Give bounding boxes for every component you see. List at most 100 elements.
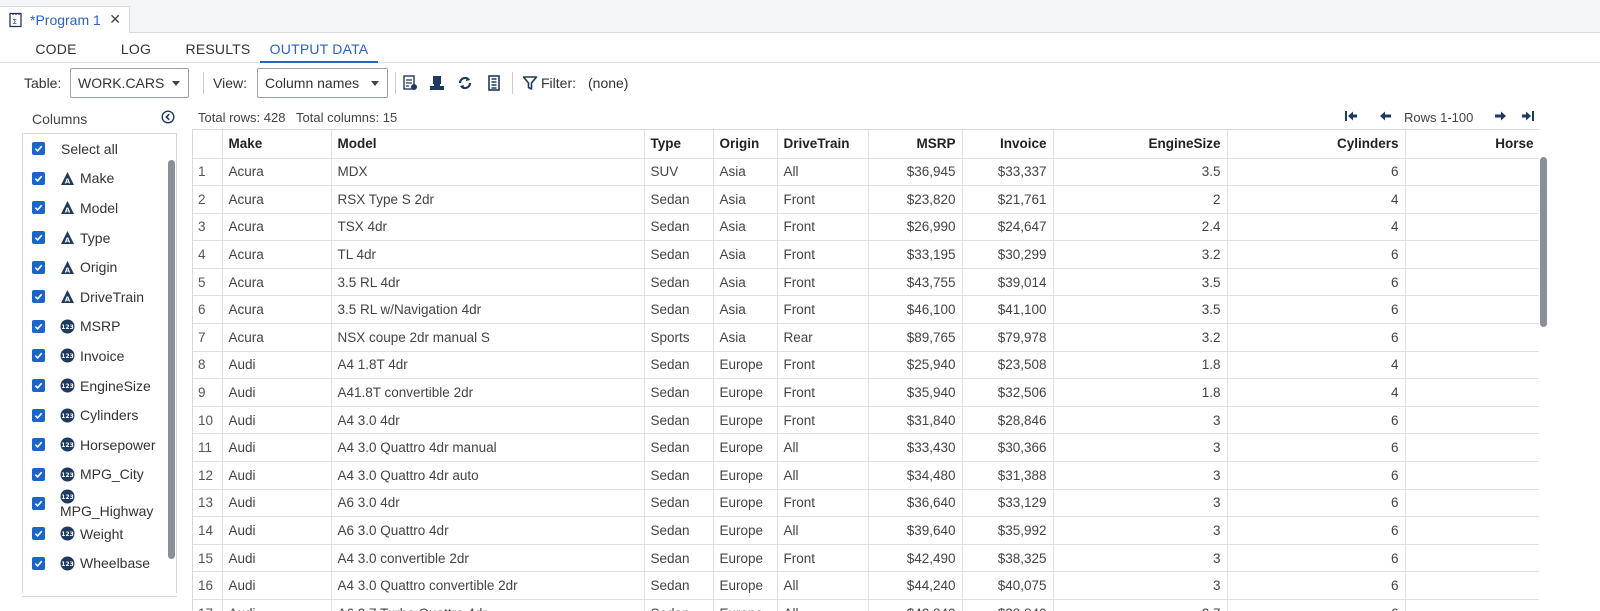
table-row[interactable]: 12 Audi A4 3.0 Quattro 4dr auto Sedan Europe… [193,461,1539,490]
close-icon[interactable]: ✕ [109,11,121,28]
last-page-icon[interactable] [1520,108,1536,124]
column-header[interactable]: Invoice [962,130,1054,159]
view-select[interactable]: Column names [257,68,388,98]
program-tab[interactable]: Σ *Program 1 ✕ [0,6,130,33]
table-row[interactable]: 4 Acura TL 4dr Sedan Asia Front $33,195 $30,299… [193,240,1539,269]
table-cell: $35,940 [868,378,963,407]
column-checkbox[interactable] [32,527,45,541]
column-header[interactable]: EngineSize [1053,130,1228,159]
column-checkbox[interactable] [32,260,45,274]
column-checkbox[interactable] [32,467,45,481]
column-item-model[interactable]: A Model [23,193,168,223]
column-header[interactable]: Origin [713,130,778,159]
tab-results[interactable]: RESULTS [184,33,252,63]
table-row[interactable]: 5 Acura 3.5 RL 4dr Sedan Asia Front $43,755 $39… [193,268,1539,297]
column-checkbox[interactable] [32,556,45,570]
filter-icon[interactable] [521,74,539,92]
column-item-type[interactable]: A Type [23,223,168,253]
grid-vertical-scrollbar[interactable] [1540,157,1547,327]
column-item-weight[interactable]: 123 Weight [23,519,168,549]
column-item-drivetrain[interactable]: A DriveTrain [23,282,168,312]
collapse-icon[interactable] [161,110,175,124]
table-row[interactable]: 9 Audi A41.8T convertible 2dr Sedan Europe Fr… [193,378,1539,407]
table-row[interactable]: 11 Audi A4 3.0 Quattro 4dr manual Sedan Euro… [193,433,1539,463]
table-cell: Front [777,544,869,573]
column-item-enginesize[interactable]: 123 EngineSize [23,371,168,401]
table-row[interactable]: 6 Acura 3.5 RL w/Navigation 4dr Sedan Asia Fr… [193,295,1539,325]
column-header[interactable]: Cylinders [1227,130,1406,159]
select-all-checkbox[interactable] [32,142,45,156]
tab-log[interactable]: LOG [113,33,159,63]
column-item-mpg-city[interactable]: 123 MPG_City [23,460,168,490]
column-list-icon[interactable] [485,74,503,92]
tab-output-data[interactable]: OUTPUT DATA [260,33,378,63]
column-header[interactable]: Type [644,130,714,159]
table-cell: $46,100 [868,295,963,325]
table-cell: Sedan [644,516,714,545]
table-row[interactable]: 8 Audi A4 1.8T 4dr Sedan Europe Front $25,940 $… [193,351,1539,380]
column-item-wheelbase[interactable]: 123 Wheelbase [23,548,168,578]
column-header[interactable]: MSRP [868,130,963,159]
row-number: 14 [193,516,223,545]
table-properties-icon[interactable] [401,74,419,92]
column-header[interactable]: Horse [1405,130,1539,159]
table-cell: Asia [713,240,778,269]
table-row[interactable]: 7 Acura NSX coupe 2dr manual S Sports Asia Re… [193,323,1539,352]
column-header[interactable]: DriveTrain [777,130,869,159]
column-item-msrp[interactable]: 123 MSRP [23,312,168,342]
column-checkbox[interactable] [32,349,45,363]
table-cell: Europe [713,544,778,573]
table-row[interactable]: 14 Audi A6 3.0 Quattro 4dr Sedan Europe All $3… [193,516,1539,545]
table-row[interactable]: 17AudiA6 2.7 Turbo Quattro 4drSedanEurop… [193,599,1539,611]
column-item-horsepower[interactable]: 123 Horsepower [23,430,168,460]
previous-page-icon[interactable] [1378,108,1394,124]
table-row[interactable]: 15 Audi A4 3.0 convertible 2dr Sedan Europe F… [193,544,1539,573]
column-item-invoice[interactable]: 123 Invoice [23,341,168,371]
column-item-make[interactable]: A Make [23,164,168,194]
column-header[interactable] [193,130,223,159]
column-item-mpg-highway[interactable]: 123 MPG_Highway [23,489,168,519]
select-all-item[interactable]: Select all [23,134,168,164]
column-checkbox[interactable] [32,171,45,185]
table-cell: Front [777,378,869,407]
filter-value[interactable]: (none) [588,75,628,91]
table-cell: $36,640 [868,489,963,518]
column-checkbox[interactable] [32,290,45,304]
column-name: Type [80,229,111,246]
column-checkbox[interactable] [32,319,45,333]
column-checkbox[interactable] [32,438,45,452]
next-page-icon[interactable] [1492,108,1508,124]
column-item-cylinders[interactable]: 123 Cylinders [23,400,168,430]
table-row[interactable]: 1 Acura MDX SUV Asia All $36,945 $33,337 3.5 6 [193,158,1539,187]
first-page-icon[interactable] [1343,108,1359,124]
column-checkbox[interactable] [32,408,45,422]
table-cell [1405,406,1539,435]
table-row[interactable]: 2 Acura RSX Type S 2dr Sedan Asia Front $23,82… [193,185,1539,214]
program-icon: Σ [8,12,24,28]
program-tab-title: *Program 1 [30,12,101,28]
table-cell: $23,820 [868,185,963,214]
table-row[interactable]: 13 Audi A6 3.0 4dr Sedan Europe Front $36,640 $… [193,489,1539,518]
table-cell: Front [777,406,869,435]
tab-code[interactable]: CODE [28,33,84,63]
sub-tabs: CODE LOG RESULTS OUTPUT DATA [0,33,1600,63]
column-checkbox[interactable] [32,231,45,245]
row-number: 1 [193,158,223,187]
table-cell: Sedan [644,351,714,380]
table-cell [1405,158,1539,187]
columns-scrollbar[interactable] [168,160,175,559]
column-name: MPG_Highway [60,503,154,520]
column-item-origin[interactable]: A Origin [23,252,168,282]
download-icon[interactable] [428,74,446,92]
table-row[interactable]: 3 Acura TSX 4dr Sedan Asia Front $26,990 $24,64… [193,213,1539,242]
column-header[interactable]: Model [331,130,645,159]
table-row[interactable]: 10 Audi A4 3.0 4dr Sedan Europe Front $31,840 $… [193,406,1539,435]
column-checkbox[interactable] [32,497,45,511]
column-checkbox[interactable] [32,379,45,393]
column-checkbox[interactable] [32,201,45,215]
table-select[interactable]: WORK.CARS [70,68,189,98]
column-header[interactable]: Make [222,130,332,159]
table-row[interactable]: 16 Audi A4 3.0 Quattro convertible 2dr Seda… [193,571,1539,600]
table-cell: $33,195 [868,240,963,269]
refresh-icon[interactable] [456,74,474,92]
